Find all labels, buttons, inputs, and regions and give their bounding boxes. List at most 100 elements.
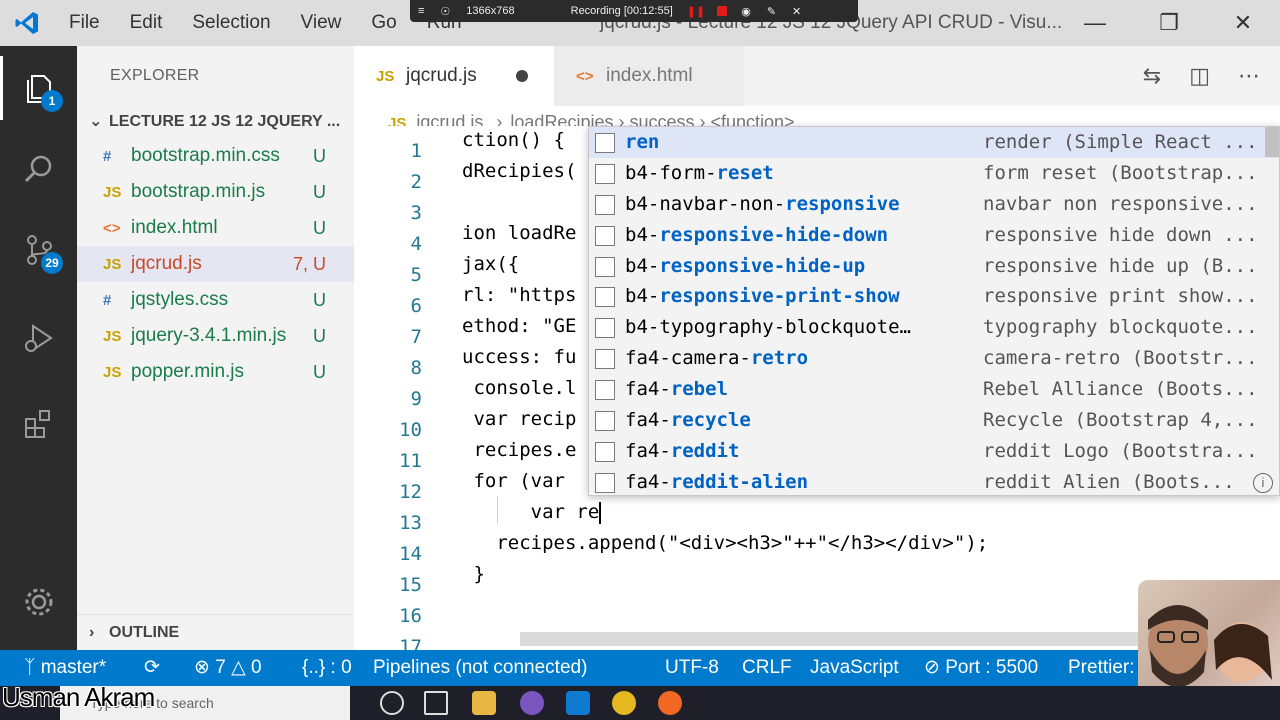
menu-selection[interactable]: Selection <box>177 0 285 46</box>
split-editor-icon[interactable]: ◫ <box>1189 63 1210 89</box>
workspace-folder[interactable]: ⌄ LECTURE 12 JS 12 JQUERY ... <box>77 106 354 138</box>
git-status-badge: 7, U <box>292 254 326 274</box>
code-line[interactable]: console.l <box>462 373 576 404</box>
code-line[interactable]: rl: "https <box>462 280 576 311</box>
language-status[interactable]: JavaScript <box>810 650 899 686</box>
code-line[interactable]: ction() { <box>462 126 565 156</box>
sublime-icon[interactable] <box>658 691 682 715</box>
source-control-activity[interactable]: 29 <box>0 218 77 282</box>
code-line[interactable]: jax({ <box>462 249 519 280</box>
suggestion-item[interactable]: b4-responsive-hide-up responsive hide up … <box>589 251 1279 282</box>
code-line[interactable]: recipes.append("<div><h3>"++"</h3></div>… <box>462 528 988 559</box>
eol-status[interactable]: CRLF <box>742 650 792 686</box>
menu-edit[interactable]: Edit <box>115 0 178 46</box>
search-icon <box>24 155 51 183</box>
chevron-right-icon: › <box>89 624 95 641</box>
json-status[interactable]: {..} : 0 <box>302 650 352 686</box>
sync-icon[interactable]: ⟳ <box>144 650 160 686</box>
prettier-status[interactable]: Prettier: <box>1068 650 1135 686</box>
search-activity[interactable] <box>0 138 77 202</box>
suggestion-item[interactable]: fa4-camera-retro camera-retro (Bootstr... <box>589 343 1279 374</box>
pause-icon[interactable]: ❚❚ <box>681 5 711 18</box>
workspace-folder-label: LECTURE 12 JS 12 JQUERY ... <box>109 113 341 130</box>
suggestion-item[interactable]: b4-typography-blockquote… typography bloc… <box>589 312 1279 343</box>
tab-jqcrud[interactable]: JS jqcrud.js <box>354 46 554 106</box>
more-actions-icon[interactable]: ⋯ <box>1238 63 1260 89</box>
code-line[interactable]: recipes.e <box>462 435 576 466</box>
unsaved-dot-icon[interactable] <box>516 70 528 82</box>
suggestion-item[interactable]: fa4-rebel Rebel Alliance (Boots... <box>589 374 1279 405</box>
menu-view[interactable]: View <box>286 0 357 46</box>
minimize-icon[interactable]: — <box>1058 0 1132 46</box>
outline-label: OUTLINE <box>109 624 180 641</box>
chrome-icon[interactable] <box>612 691 636 715</box>
suggestion-item[interactable]: ren render (Simple React ... <box>589 127 1279 158</box>
file-item[interactable]: JS popper.min.js U <box>77 354 354 390</box>
problems-indicator[interactable]: ⊗ 7 △ 0 <box>194 650 262 686</box>
compare-changes-icon[interactable]: ⇆ <box>1143 63 1161 89</box>
file-item[interactable]: JS bootstrap.min.js U <box>77 174 354 210</box>
app-icon[interactable] <box>520 691 544 715</box>
pipelines-status[interactable]: Pipelines (not connected) <box>373 650 587 686</box>
run-debug-activity[interactable] <box>0 306 77 370</box>
suggestion-item[interactable]: b4-navbar-non-responsive navbar non respo… <box>589 189 1279 220</box>
file-item[interactable]: # jqstyles.css U <box>77 282 354 318</box>
menu-file[interactable]: File <box>54 0 115 46</box>
snippet-icon <box>595 194 615 215</box>
file-item[interactable]: JS jquery-3.4.1.min.js U <box>77 318 354 354</box>
pen-icon[interactable]: ✎ <box>759 5 784 18</box>
menu-go[interactable]: Go <box>356 0 411 46</box>
code-line[interactable]: } <box>462 559 484 590</box>
restore-icon[interactable]: ❐ <box>1132 0 1206 46</box>
js-file-icon: JS <box>103 328 122 345</box>
line-number: 16 <box>399 605 422 627</box>
scm-badge: 29 <box>41 252 63 274</box>
line-number: 14 <box>399 543 422 565</box>
suggestion-item[interactable]: b4-responsive-hide-down responsive hide d… <box>589 220 1279 251</box>
close-recording-icon[interactable]: ✕ <box>784 5 809 18</box>
suggestion-detail: reddit Logo (Bootstra... <box>983 439 1258 462</box>
snippet-icon <box>595 441 615 462</box>
code-line[interactable]: ion loadRe <box>462 218 576 249</box>
suggest-scrollbar[interactable] <box>1265 127 1279 157</box>
menu-icon[interactable]: ≡ <box>410 5 432 17</box>
live-server-port[interactable]: ⊘ Port : 5500 <box>924 650 1038 686</box>
vscode-taskbar-icon[interactable] <box>566 691 590 715</box>
code-line[interactable]: var recip <box>462 404 576 435</box>
file-list: # bootstrap.min.css U JS bootstrap.min.js U <>… <box>77 138 354 390</box>
extensions-activity[interactable] <box>0 392 77 456</box>
suggestion-item[interactable]: b4-form-reset form reset (Bootstrap... <box>589 158 1279 189</box>
code-line[interactable]: for (var <box>462 466 576 497</box>
task-view-icon[interactable] <box>424 691 448 715</box>
encoding-status[interactable]: UTF-8 <box>665 650 719 686</box>
camera-icon[interactable]: ◉ <box>733 5 759 18</box>
stop-icon[interactable] <box>717 6 728 16</box>
suggestion-item[interactable]: fa4-reddit reddit Logo (Bootstra... <box>589 436 1279 467</box>
git-status-badge: U <box>313 290 326 310</box>
close-icon[interactable]: ✕ <box>1206 0 1280 46</box>
branch-indicator[interactable]: ᛉ master* <box>24 650 106 686</box>
suggestion-item[interactable]: fa4-recycle Recycle (Bootstrap 4,... <box>589 405 1279 436</box>
line-number: 7 <box>410 326 422 348</box>
manage-activity[interactable] <box>0 570 77 634</box>
code-line[interactable]: ethod: "GE <box>462 311 576 342</box>
outline-section[interactable]: › OUTLINE <box>77 614 354 650</box>
file-explorer-icon[interactable] <box>472 691 496 715</box>
suggestion-detail: camera-retro (Bootstr... <box>983 347 1258 370</box>
explorer-activity[interactable]: 1 <box>0 56 77 120</box>
code-line[interactable]: var re <box>462 497 602 528</box>
pin-icon[interactable]: ☉ <box>432 5 458 18</box>
code-line[interactable]: uccess: fu <box>462 342 576 373</box>
suggestion-detail: render (Simple React ... <box>983 131 1258 153</box>
file-item[interactable]: # bootstrap.min.css U <box>77 138 354 174</box>
tab-index-html[interactable]: <> index.html <box>554 46 744 106</box>
suggestion-item[interactable]: fa4-reddit-alien reddit Alien (Boots... i <box>589 467 1279 495</box>
suggestion-label: fa4-reddit <box>625 436 975 467</box>
cortana-icon[interactable] <box>380 691 404 715</box>
horizontal-scrollbar[interactable] <box>520 632 1140 646</box>
file-item[interactable]: JS jqcrud.js 7, U <box>77 246 354 282</box>
file-item[interactable]: <> index.html U <box>77 210 354 246</box>
code-line[interactable]: dRecipies( <box>462 156 576 187</box>
suggestion-item[interactable]: b4-responsive-print-show responsive print… <box>589 281 1279 312</box>
info-icon[interactable]: i <box>1253 472 1273 493</box>
